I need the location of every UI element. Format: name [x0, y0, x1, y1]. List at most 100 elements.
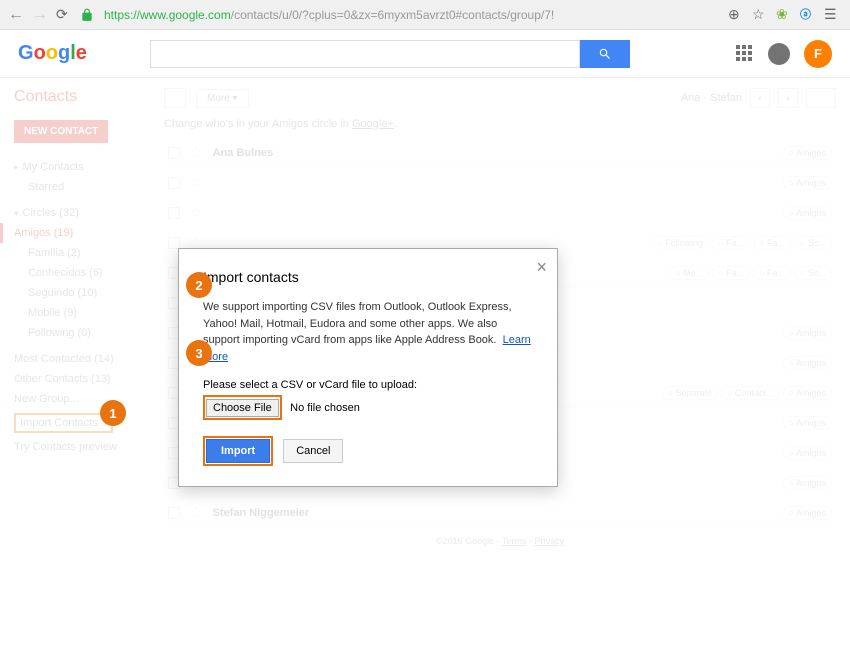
table-row[interactable]: ☆ ○ Amigos [164, 198, 836, 228]
table-row[interactable]: ☆Stefan Niggemeier○ Amigos [164, 498, 836, 528]
tag-list: ○ Amigos [783, 416, 832, 430]
no-file-label: No file chosen [290, 402, 360, 414]
tag[interactable]: ○ Fa... [712, 266, 750, 280]
choose-file-button[interactable]: Choose File [206, 399, 279, 417]
tag[interactable]: ○ Amigos [783, 206, 832, 220]
footer: ©2016 Google - Terms - Privacy [164, 528, 836, 554]
extension-icon[interactable]: ❀ [776, 6, 794, 24]
hamburger-icon[interactable]: ☰ [824, 6, 842, 24]
next-page-button[interactable]: › [778, 88, 798, 108]
browser-chrome: ← → ⟳ https://www.google.com/contacts/u/… [0, 0, 850, 30]
row-checkbox[interactable] [168, 207, 180, 219]
import-contacts-dialog: × Import contacts We support importing C… [178, 248, 558, 487]
tag[interactable]: ○ Amigos [783, 146, 832, 160]
tag[interactable]: ○ Mo... [669, 266, 709, 280]
chevron-down-icon: ▾ [14, 208, 19, 219]
star-icon[interactable]: ☆ [190, 174, 203, 191]
sidebar-item-import-contacts[interactable]: Import Contacts... [14, 409, 150, 437]
apps-icon[interactable] [736, 45, 754, 63]
avatar[interactable]: F [804, 40, 832, 68]
forward-arrow-icon: → [32, 6, 50, 24]
tag[interactable]: ○ Amigos [783, 416, 832, 430]
sidebar-item-following[interactable]: Following (0) [14, 323, 150, 343]
url-host: ://www.google.com [130, 8, 231, 22]
prev-page-button[interactable]: ‹ [750, 88, 770, 108]
extension-icon-2[interactable]: ⓐ [800, 6, 818, 24]
search-input[interactable] [150, 40, 580, 68]
search-button[interactable] [580, 40, 630, 68]
tag[interactable]: ○ Amigos [783, 386, 832, 400]
star-icon[interactable]: ☆ [752, 6, 770, 24]
sidebar-item-seguindo[interactable]: Seguindo (10) [14, 283, 150, 303]
url-path: /contacts/u/0/?cplus=0&zx=6myxm5avrzt0#c… [231, 8, 555, 22]
tag[interactable]: ○ Following [651, 236, 709, 250]
tag[interactable]: ○ Amigos [783, 326, 832, 340]
sidebar: Contacts NEW CONTACT ▸My Contacts Starre… [0, 78, 150, 652]
callout-badge-3: 3 [186, 340, 212, 366]
dialog-body: We support importing CSV files from Outl… [203, 299, 533, 365]
tag[interactable]: ○ Amigos [783, 446, 832, 460]
sidebar-item-my-contacts[interactable]: ▸My Contacts [14, 157, 150, 177]
sidebar-item-other-contacts[interactable]: Other Contacts (13) [14, 369, 150, 389]
sidebar-item-starred[interactable]: Starred [14, 177, 150, 197]
sidebar-item-try-preview[interactable]: Try Contacts preview [14, 437, 150, 457]
more-button[interactable]: More ▾ [196, 89, 249, 108]
tag-list: ○ Mo...○ Fa...○ Fa...○ Sc... [669, 266, 832, 280]
zoom-icon[interactable]: ⊕ [728, 6, 746, 24]
tag[interactable]: ○ Sc... [794, 266, 832, 280]
reload-icon[interactable]: ⟳ [56, 6, 74, 24]
tag[interactable]: ○ Fa... [753, 266, 791, 280]
circle-note-text: Change who's in your Amigos circle in [164, 118, 352, 130]
contact-name: Ana Bulnes [213, 147, 274, 159]
sidebar-item-familia[interactable]: Família (2) [14, 243, 150, 263]
app-header: Google F [0, 30, 850, 78]
sidebar-item-mobile[interactable]: Mobile (9) [14, 303, 150, 323]
row-checkbox[interactable] [168, 177, 180, 189]
sidebar-item-circles[interactable]: ▾Circles (32) [14, 203, 150, 223]
sidebar-item-conhecidos[interactable]: Conhecidos (6) [14, 263, 150, 283]
footer-terms-link[interactable]: Terms [502, 536, 527, 546]
url-bar[interactable]: https://www.google.com/contacts/u/0/?cpl… [100, 6, 722, 24]
star-icon[interactable]: ☆ [190, 204, 203, 221]
toolbar: More ▾ Ana · Stefan ‹ › [164, 88, 836, 108]
tag[interactable]: ○ Amigos [783, 476, 832, 490]
tag[interactable]: ○ Amigos [783, 506, 832, 520]
footer-copyright: ©2016 Google - [436, 536, 502, 546]
select-all-checkbox[interactable] [164, 88, 186, 108]
row-checkbox[interactable] [168, 237, 180, 249]
sidebar-item-new-group[interactable]: New Group... [14, 389, 150, 409]
dialog-title: Import contacts [203, 269, 533, 285]
settings-button[interactable] [806, 88, 836, 108]
tag[interactable]: ○ Fa... [712, 236, 750, 250]
sidebar-item-most-contacted[interactable]: Most Contacted (14) [14, 349, 150, 369]
cancel-button[interactable]: Cancel [283, 439, 343, 463]
tag-list: ○ Amigos [783, 326, 832, 340]
google-plus-link[interactable]: Google+ [352, 118, 394, 130]
sidebar-item-label: My Contacts [23, 161, 84, 173]
row-checkbox[interactable] [168, 147, 180, 159]
tag-list: ○ Amigos [783, 356, 832, 370]
tag[interactable]: ○ Fa... [753, 236, 791, 250]
lock-icon [80, 8, 94, 22]
close-icon[interactable]: × [536, 257, 547, 278]
sidebar-item-amigos[interactable]: Amigos (19) [0, 223, 150, 243]
new-contact-button[interactable]: NEW CONTACT [14, 120, 108, 143]
footer-privacy-link[interactable]: Privacy [535, 536, 565, 546]
tag[interactable]: ○ Sc... [794, 236, 832, 250]
star-icon[interactable]: ☆ [190, 144, 203, 161]
row-checkbox[interactable] [168, 507, 180, 519]
google-logo[interactable]: Google [18, 42, 110, 65]
tag[interactable]: ○ Separate [662, 386, 718, 400]
callout-badge-1: 1 [100, 400, 126, 426]
tag[interactable]: ○ Amigos [783, 356, 832, 370]
tag[interactable]: ○ Contact... [721, 386, 779, 400]
import-button[interactable]: Import [206, 439, 270, 463]
notifications-icon[interactable] [768, 43, 790, 65]
sidebar-item-label: Import Contacts... [14, 413, 113, 433]
table-row[interactable]: ☆ Ana Bulnes ○ Amigos [164, 138, 836, 168]
star-icon[interactable]: ☆ [190, 504, 203, 521]
table-row[interactable]: ☆ ○ Amigos [164, 168, 836, 198]
tag-list: ○ Amigos [783, 146, 832, 160]
back-arrow-icon[interactable]: ← [8, 6, 26, 24]
tag[interactable]: ○ Amigos [783, 176, 832, 190]
